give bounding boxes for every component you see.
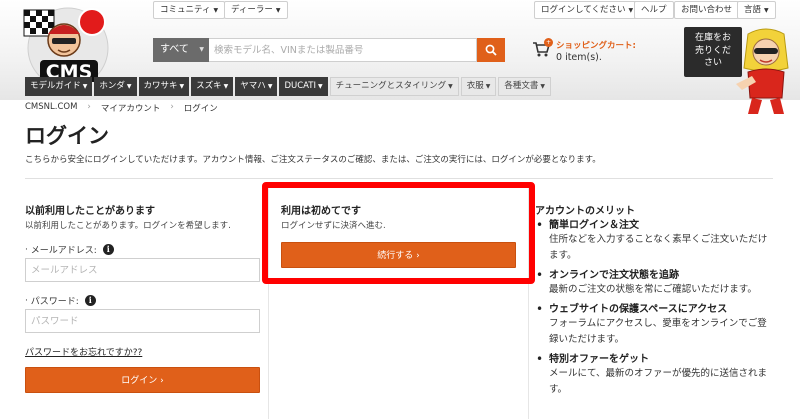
contact-label: お問い合わせ xyxy=(681,5,733,15)
nav-tuning-styling[interactable]: チューニングとスタイリング ▼ xyxy=(329,77,459,96)
community-label: コミュニティ xyxy=(160,5,211,15)
chevron-down-icon: ▼ xyxy=(318,83,323,90)
highlight-annotation xyxy=(262,182,535,284)
nav-clothing[interactable]: 衣服 ▼ xyxy=(460,77,497,96)
help-link[interactable]: ヘルプ xyxy=(634,1,674,19)
cart-label: ショッピングカート: xyxy=(556,41,636,51)
login-menu[interactable]: ログインしてください ▼ xyxy=(534,1,641,19)
password-label: · パスワード: i xyxy=(25,294,96,307)
breadcrumb-home[interactable]: CMSNL.COM xyxy=(25,102,77,114)
help-label: ヘルプ xyxy=(641,5,667,15)
benefit-title: 簡単ログイン＆注文 xyxy=(549,220,639,231)
info-icon[interactable]: i xyxy=(84,295,96,306)
nav-label: モデルガイド xyxy=(30,81,81,91)
breadcrumb-current: ログイン xyxy=(183,104,218,114)
dealer-menu[interactable]: ディーラー ▼ xyxy=(224,1,288,19)
chevron-down-icon: ▼ xyxy=(275,7,281,14)
nav-label: ヤマハ xyxy=(240,81,266,91)
search-button[interactable] xyxy=(477,38,505,62)
chevron-down-icon: ▼ xyxy=(223,83,229,90)
chevron-down-icon: ▼ xyxy=(485,83,491,90)
language-menu[interactable]: 言語 ▼ xyxy=(737,1,776,19)
nav-ducati[interactable]: DUCATI ▼ xyxy=(279,77,328,96)
chevron-down-icon: ▼ xyxy=(126,83,132,90)
password-field[interactable] xyxy=(25,309,260,333)
list-item: 簡単ログイン＆注文 住所などを入力することなく素早くご注文いただけます。 xyxy=(535,218,775,264)
search-icon xyxy=(485,44,497,56)
list-item: 特別オファーをゲット メールにて、最新のオファーが優先的に送信されます。 xyxy=(535,352,775,398)
contact-link[interactable]: お問い合わせ xyxy=(674,1,740,19)
site-header: CMS コミュニティ ▼ ディーラー ▼ ログインしてください ▼ ヘルプ お問い合わ… xyxy=(0,0,800,114)
chevron-down-icon: ▼ xyxy=(448,83,453,90)
info-icon[interactable]: i xyxy=(102,244,114,255)
chevron-down-icon: ▼ xyxy=(213,7,219,14)
chevron-down-icon: ▼ xyxy=(540,83,546,90)
page-title: ログイン xyxy=(25,124,109,148)
nav-suzuki[interactable]: スズキ ▼ xyxy=(191,77,234,96)
email-field[interactable] xyxy=(25,258,260,282)
search-category-label: すべて xyxy=(160,44,189,55)
email-label-text: メールアドレス: xyxy=(30,246,97,256)
password-label-text: パスワード: xyxy=(30,297,79,307)
nav-model-guide[interactable]: モデルガイド ▼ xyxy=(25,77,93,96)
main-nav: モデルガイド ▼ ホンダ ▼ カワサキ ▼ スズキ ▼ ヤマハ ▼ DUCATI ▼ チュー… xyxy=(25,77,552,96)
breadcrumb-account[interactable]: マイアカウント xyxy=(101,102,161,114)
nav-label: スズキ xyxy=(196,81,222,91)
benefit-description: 住所などを入力することなく素早くご注文いただけます。 xyxy=(549,234,768,261)
nav-label: DUCATI xyxy=(284,81,316,91)
mascot-illustration xyxy=(736,28,789,114)
community-menu[interactable]: コミュニティ ▼ xyxy=(153,1,226,19)
search-input[interactable] xyxy=(209,38,477,62)
nav-label: カワサキ xyxy=(143,81,178,91)
email-label: · メールアドレス: i xyxy=(25,243,114,256)
login-button[interactable]: ログイン › xyxy=(25,367,260,393)
breadcrumb: CMSNL.COM › マイアカウント › ログイン xyxy=(25,102,218,114)
nav-label: チューニングとスタイリング xyxy=(335,81,447,91)
forgot-password-link[interactable]: パスワードをお忘れですか?? xyxy=(25,345,142,358)
cart-badge: + xyxy=(544,38,553,47)
chevron-down-icon: ▼ xyxy=(764,7,769,14)
nav-honda[interactable]: ホンダ ▼ xyxy=(94,77,137,96)
language-label: 言語 xyxy=(744,5,762,15)
benefit-description: フォーラムにアクセスし、愛車をオンラインでご登録いただけます。 xyxy=(549,318,767,345)
benefit-description: メールにて、最新のオファーが優先的に送信されます。 xyxy=(549,368,768,395)
list-item: ウェブサイトの保護スペースにアクセス フォーラムにアクセスし、愛車をオンラインで… xyxy=(535,302,775,348)
returning-customer-subtitle: 以前利用したことがあります。ログインを希望します. xyxy=(25,221,231,231)
benefit-title: 特別オファーをゲット xyxy=(549,354,649,365)
benefits-title: アカウントのメリット xyxy=(535,206,635,217)
benefits-list: 簡単ログイン＆注文 住所などを入力することなく素早くご注文いただけます。 オンラ… xyxy=(535,218,775,403)
login-button-label: ログイン xyxy=(121,376,158,386)
chevron-down-icon: ▼ xyxy=(628,7,634,14)
nav-kawasaki[interactable]: カワサキ ▼ xyxy=(138,77,190,96)
benefit-title: ウェブサイトの保護スペースにアクセス xyxy=(549,304,728,315)
login-menu-label: ログインしてください xyxy=(541,5,626,15)
returning-customer-title: 以前利用したことがあります xyxy=(25,206,155,217)
nav-label: 衣服 xyxy=(466,81,484,91)
shopping-cart[interactable]: + ショッピングカート: 0 item(s). xyxy=(532,38,642,64)
breadcrumb-separator-icon: › xyxy=(87,102,91,112)
list-item: オンラインで注文状態を追跡 最新のご注文の状態を常にご確認いただけます。 xyxy=(535,268,775,298)
benefit-description: 最新のご注文の状態を常にご確認いただけます。 xyxy=(549,284,757,295)
chevron-right-icon: › xyxy=(157,376,164,386)
nav-yamaha[interactable]: ヤマハ ▼ xyxy=(235,77,278,96)
nav-label: 各種文書 xyxy=(504,81,539,91)
breadcrumb-separator-icon: › xyxy=(170,102,174,112)
search-bar: すべて ▼ xyxy=(153,38,505,62)
page-intro: こちらから安全にログインしていただけます。アカウント情報、ご注文ステータスのご確… xyxy=(25,155,601,165)
nav-documents[interactable]: 各種文書 ▼ xyxy=(498,77,552,96)
chevron-down-icon: ▼ xyxy=(267,83,273,90)
benefit-title: オンラインで注文状態を追跡 xyxy=(549,270,679,281)
chevron-down-icon: ▼ xyxy=(82,83,88,90)
chevron-down-icon: ▼ xyxy=(199,46,204,53)
nav-label: ホンダ xyxy=(99,81,125,91)
search-category-select[interactable]: すべて ▼ xyxy=(153,38,209,62)
cart-count: 0 item(s). xyxy=(556,52,602,63)
divider xyxy=(25,178,773,179)
dealer-label: ディーラー xyxy=(231,5,273,15)
chevron-down-icon: ▼ xyxy=(179,83,185,90)
